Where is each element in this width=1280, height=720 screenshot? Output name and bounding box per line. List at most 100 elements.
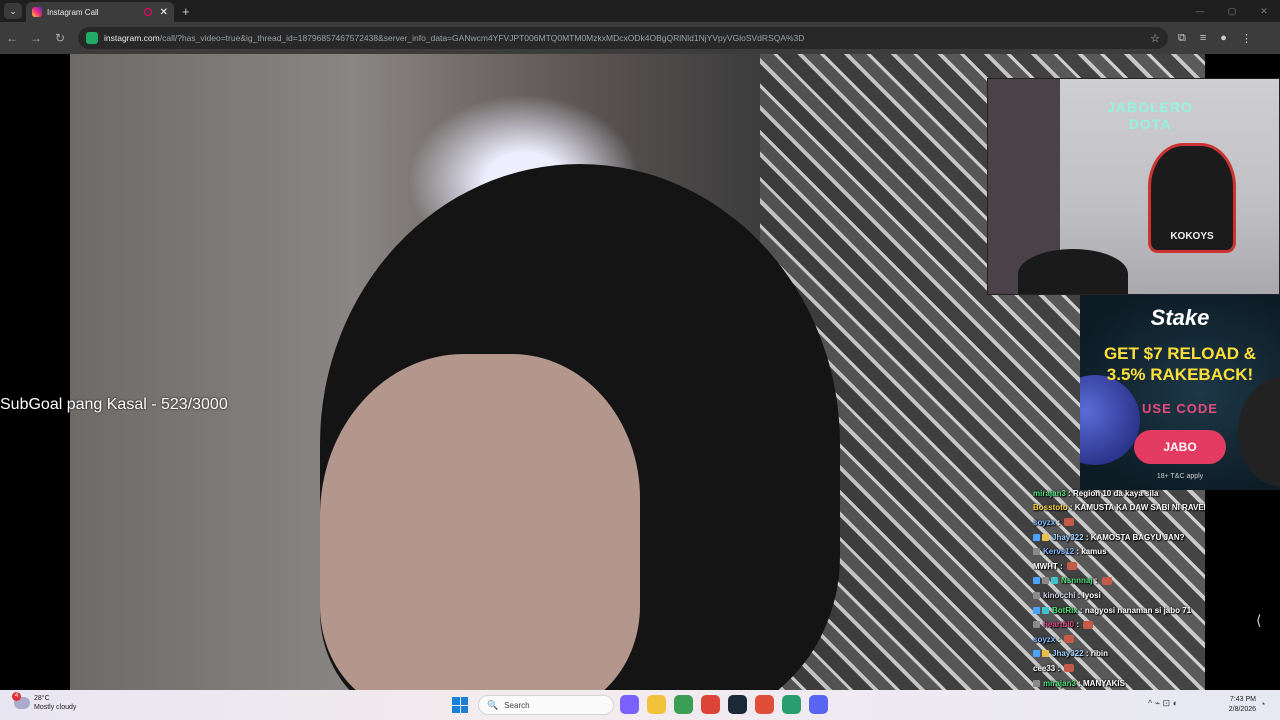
chat-emote-icon xyxy=(1064,635,1075,644)
chat-separator: : xyxy=(1074,620,1082,630)
chat-username: Jhay322 xyxy=(1052,649,1084,659)
recording-indicator-icon xyxy=(143,8,152,16)
chat-badges xyxy=(1033,533,1049,541)
taskbar-search-box[interactable]: 🔍 Search xyxy=(478,695,614,715)
chat-username: soyzx xyxy=(1033,517,1056,527)
start-button[interactable] xyxy=(452,697,468,713)
chat-username: Nsnnnaj xyxy=(1061,576,1093,586)
chat-separator: : xyxy=(1067,503,1075,513)
chat-text: KAMOSTA BAGYU JAN? xyxy=(1090,532,1185,542)
scroll-left-icon[interactable]: ⟨ xyxy=(1256,612,1261,629)
back-button[interactable]: ← xyxy=(0,31,24,45)
tab-instagram-call[interactable]: Instagram Call ✕ xyxy=(26,2,174,22)
ad-headline-line-2: 3.5% RAKEBACK! xyxy=(1106,365,1254,384)
file-explorer-icon[interactable] xyxy=(647,695,666,714)
gaming-chair xyxy=(1018,249,1128,294)
chat-separator: : xyxy=(1055,634,1063,644)
chat-message: Nsnnnaj : xyxy=(1033,574,1205,589)
neon-line-2: DOTA xyxy=(1128,116,1172,132)
discord-icon[interactable] xyxy=(809,695,828,714)
ad-code-button: JABO xyxy=(1134,430,1226,464)
chat-message: kinocchi : lyosi xyxy=(1033,588,1205,603)
copilot-icon[interactable] xyxy=(620,695,639,714)
chat-separator: : xyxy=(1092,576,1100,586)
address-bar[interactable]: instagram.com /call/?has_video=true&ig_t… xyxy=(78,27,1168,49)
steam-icon[interactable] xyxy=(728,695,747,714)
site-info-icon[interactable] xyxy=(86,32,98,44)
forward-button[interactable]: → xyxy=(24,31,48,45)
taskbar-clock[interactable]: 7:43 PM 2/8/2026 xyxy=(1222,695,1256,715)
chat-message: Bosstoto : KAMUSTA KA DAW SABI NI RAVEN xyxy=(1033,501,1205,516)
tab-title: Instagram Call xyxy=(47,7,99,17)
chat-text: lyosi xyxy=(1082,590,1101,600)
weather-widget[interactable]: 4 28°C Mostly cloudy xyxy=(12,692,76,712)
chat-emote-icon xyxy=(1064,518,1075,527)
chat-username: BotRix xyxy=(1052,605,1078,615)
weather-temp: 28°C xyxy=(34,695,50,702)
ad-ball-graphic xyxy=(1080,375,1140,465)
chat-message: heartbl0 : xyxy=(1033,617,1205,632)
window-controls: — ▢ ✕ xyxy=(1184,0,1280,22)
chat-separator: : xyxy=(1065,488,1074,498)
chrome-profile-icon[interactable] xyxy=(674,695,693,714)
chat-badge-icon xyxy=(1033,577,1040,585)
chat-separator: : xyxy=(1055,663,1063,673)
ad-terms: 18+ T&C apply xyxy=(1156,473,1204,480)
chat-badge-icon xyxy=(1033,650,1040,658)
chat-badge-icon xyxy=(1042,577,1049,585)
chat-username: Bosstoto xyxy=(1033,503,1068,513)
terminal-icon[interactable] xyxy=(782,695,801,714)
chrome-alt-icon[interactable] xyxy=(755,695,774,714)
chat-username: kinocchi xyxy=(1043,590,1076,600)
url-path: /call/?has_video=true&ig_thread_id=18796… xyxy=(159,33,805,43)
browser-extension-icons: ⧉ ≡ ● ⋮ xyxy=(1178,32,1252,45)
chat-badge-icon xyxy=(1033,591,1040,599)
profile-icon[interactable]: ● xyxy=(1220,32,1227,45)
chat-text: nagyosi nanaman si jabo 71 xyxy=(1084,605,1192,615)
chrome-icon[interactable] xyxy=(701,695,720,714)
windows-taskbar: 4 28°C Mostly cloudy 🔍 Search ^ ⌁ ⊡ ◐ 7:… xyxy=(0,690,1280,720)
chat-message: cee33 : xyxy=(1033,661,1205,676)
instagram-icon xyxy=(32,7,42,17)
url-host: instagram.com xyxy=(104,33,160,43)
chat-badges xyxy=(1033,591,1040,599)
taskbar-apps xyxy=(620,695,828,714)
chat-separator: : xyxy=(1083,649,1091,659)
chat-username: mirajan3 xyxy=(1033,488,1066,498)
chat-badges xyxy=(1033,577,1058,585)
streamer-webcam: JABOLERO DOTA KOKOYS xyxy=(987,78,1280,295)
neon-line-1: JABOLERO xyxy=(1107,99,1193,115)
stake-ad-banner: Stake GET $7 RELOAD & 3.5% RAKEBACK! USE… xyxy=(1080,295,1280,490)
kokoys-logo: KOKOYS xyxy=(1148,143,1236,253)
chat-text: ribin xyxy=(1090,649,1109,659)
chat-separator: : xyxy=(1075,590,1083,600)
clock-time: 7:43 PM xyxy=(1229,696,1256,703)
tab-close-button[interactable]: ✕ xyxy=(160,7,168,18)
chat-username: soyzx xyxy=(1033,634,1056,644)
chat-text: Region 10 da kaya sila xyxy=(1073,488,1159,498)
clock-date: 2/8/2026 xyxy=(1228,706,1256,713)
system-tray[interactable]: ^ ⌁ ⊡ ◐ xyxy=(1148,698,1178,709)
chat-message: Kervs12 : kamus xyxy=(1033,544,1205,559)
reload-button[interactable]: ↻ xyxy=(48,31,72,45)
chat-separator: : xyxy=(1077,605,1085,615)
chat-message: soyzx : xyxy=(1033,632,1205,647)
chat-emote-icon xyxy=(1067,562,1077,571)
bookmark-star-icon[interactable]: ☆ xyxy=(1150,32,1160,45)
chat-badge-icon xyxy=(1033,621,1040,629)
minimize-button[interactable]: — xyxy=(1184,0,1216,22)
maximize-button[interactable]: ▢ xyxy=(1216,0,1248,22)
menu-icon[interactable]: ⋮ xyxy=(1241,32,1252,45)
close-window-button[interactable]: ✕ xyxy=(1248,0,1280,22)
chat-text: MANYAKIS xyxy=(1083,678,1125,688)
subgoal-overlay: SubGoal pang Kasal - 523/3000 xyxy=(0,396,228,413)
notification-bell-icon[interactable]: ◔ xyxy=(1260,699,1265,709)
chat-badge-icon xyxy=(1033,533,1040,541)
chat-username: mirajan3 xyxy=(1043,678,1076,688)
extensions-icon[interactable]: ⧉ xyxy=(1178,32,1186,45)
media-control-icon[interactable]: ≡ xyxy=(1200,32,1206,45)
chat-message: Jhay322 : ribin xyxy=(1033,647,1205,662)
chat-badge-icon xyxy=(1051,577,1058,585)
tab-search-button[interactable]: ⌄ xyxy=(4,3,22,19)
new-tab-button[interactable]: + xyxy=(182,4,190,19)
